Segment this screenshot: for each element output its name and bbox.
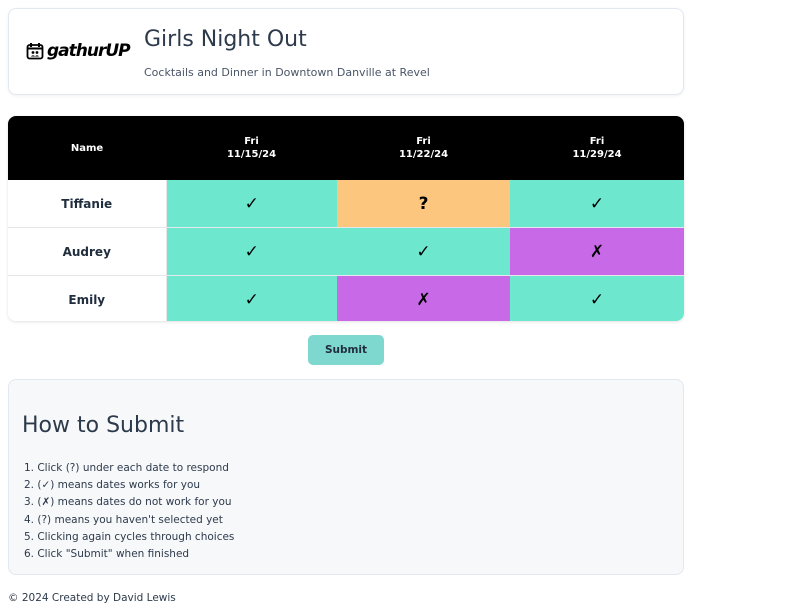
- vote-cell-yes[interactable]: ✓: [337, 227, 510, 276]
- participant-name: Audrey: [8, 227, 167, 276]
- date-column-header: Fri 11/15/24: [166, 116, 337, 180]
- instruction-step: 1. Click (?) under each date to respond: [24, 462, 229, 474]
- participant-name: Emily: [8, 275, 167, 321]
- instruction-step: 2. (✓) means dates works for you: [24, 479, 201, 492]
- vote-cell-yes[interactable]: ✓: [510, 180, 684, 228]
- date-day: Fri: [589, 136, 605, 147]
- submit-button[interactable]: Submit: [308, 335, 384, 365]
- logo-text: gathurUP: [47, 41, 131, 61]
- instruction-step: 5. Clicking again cycles through choices: [24, 530, 235, 543]
- availability-poll-table: Name Fri 11/15/24 Fri 11/22/24 Fri 11/29/24…: [8, 116, 684, 321]
- how-to-title: How to Submit: [22, 413, 185, 438]
- event-title: Girls Night Out: [144, 27, 307, 52]
- instruction-step: 3. (✗) means dates do not work for you: [24, 496, 232, 509]
- vote-cell-no[interactable]: ✗: [337, 275, 510, 321]
- how-to-submit-panel: How to Submit 1. Click (?) under each da…: [8, 379, 684, 575]
- date-column-header: Fri 11/29/24: [510, 116, 684, 180]
- calendar-people-icon: [26, 43, 44, 60]
- event-header-card: gathurUP Girls Night Out Cocktails and D…: [8, 8, 684, 95]
- vote-cell-yes[interactable]: ✓: [166, 275, 337, 321]
- date-day: Fri: [244, 136, 259, 147]
- vote-cell-no[interactable]: ✗: [510, 227, 684, 276]
- vote-cell-yes[interactable]: ✓: [510, 275, 684, 321]
- instruction-list: 1. Click (?) under each date to respond …: [24, 460, 234, 563]
- date-column-header: Fri 11/22/24: [337, 116, 510, 180]
- poll-header-row: Name Fri 11/15/24 Fri 11/22/24 Fri 11/29/24: [8, 116, 684, 180]
- participant-row: Tiffanie ✓ ? ✓: [8, 180, 684, 228]
- date-value: 11/22/24: [398, 149, 449, 160]
- date-value: 11/29/24: [572, 149, 622, 160]
- participant-row: Emily ✓ ✗ ✓: [8, 275, 684, 321]
- gathurup-logo[interactable]: gathurUP: [26, 39, 131, 63]
- name-column-header: Name: [8, 116, 166, 180]
- instruction-step: 4. (?) means you haven't selected yet: [24, 513, 223, 526]
- vote-cell-yes[interactable]: ✓: [166, 180, 337, 228]
- instruction-step: 6. Click "Submit" when finished: [24, 547, 190, 560]
- participant-name: Tiffanie: [8, 180, 167, 228]
- date-value: 11/15/24: [226, 149, 277, 160]
- participant-row: Audrey ✓ ✓ ✗: [8, 227, 684, 276]
- vote-cell-maybe[interactable]: ?: [337, 180, 510, 228]
- event-subtitle: Cocktails and Dinner in Downtown Danvill…: [144, 66, 430, 79]
- date-day: Fri: [416, 136, 431, 147]
- footer-credit: © 2024 Created by David Lewis: [8, 592, 176, 604]
- vote-cell-yes[interactable]: ✓: [166, 227, 337, 276]
